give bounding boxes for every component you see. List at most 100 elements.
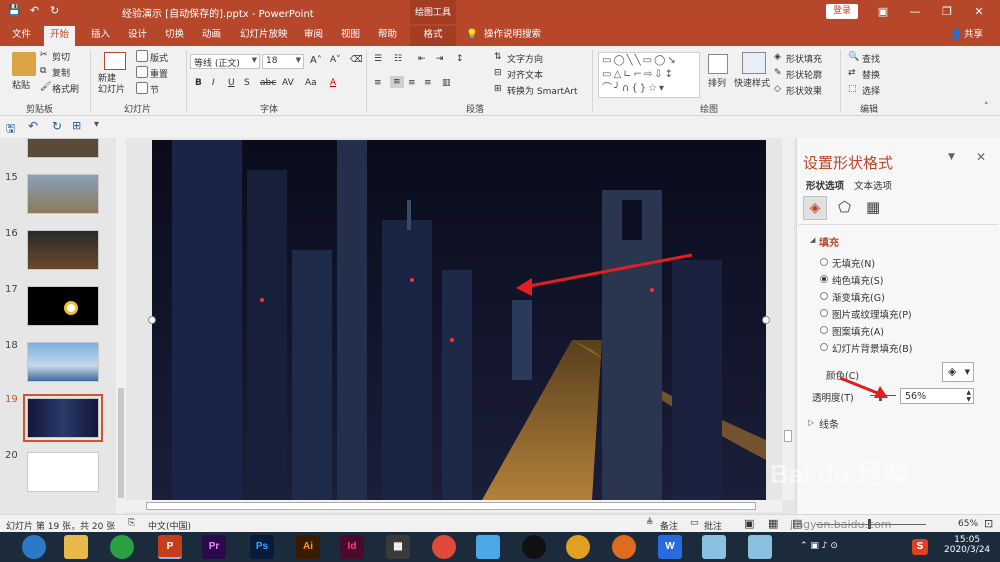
- save-icon[interactable]: 🖫: [6, 120, 15, 139]
- grow-font-icon[interactable]: A˄: [310, 55, 322, 66]
- radio-no-fill[interactable]: [820, 258, 828, 266]
- option-gradient-fill[interactable]: 渐变填充(G): [832, 290, 885, 304]
- reset-button[interactable]: 重置: [150, 67, 168, 80]
- redo-icon[interactable]: ↻: [52, 119, 62, 133]
- shape-outline-button[interactable]: 形状轮廓: [786, 68, 822, 81]
- option-no-fill[interactable]: 无填充(N): [832, 256, 875, 270]
- premiere-icon[interactable]: Pr: [202, 535, 226, 559]
- effects-pentagon-icon[interactable]: ⬠: [838, 198, 851, 216]
- section-button[interactable]: 节: [150, 83, 159, 96]
- share-button[interactable]: 共享: [964, 28, 983, 46]
- app-icon[interactable]: [432, 535, 456, 559]
- tab-format[interactable]: 格式: [410, 26, 456, 46]
- radio-background-fill[interactable]: [820, 343, 828, 351]
- quick-styles-icon[interactable]: [742, 52, 766, 74]
- close-icon[interactable]: ✕: [976, 150, 986, 164]
- fill-section-header[interactable]: 填充: [819, 234, 839, 249]
- language-status[interactable]: 中文(中国): [148, 519, 191, 532]
- pane-options-icon[interactable]: ▼: [948, 152, 955, 162]
- tab-help[interactable]: 帮助: [378, 28, 397, 46]
- smartart-button[interactable]: 转换为 SmartArt: [507, 84, 577, 97]
- minimize-icon[interactable]: —: [906, 3, 924, 21]
- slide-thumbnail[interactable]: [27, 230, 99, 270]
- thumbnail-scrollbar[interactable]: [116, 138, 126, 514]
- scroll-thumb[interactable]: [784, 430, 792, 442]
- presentation-icon[interactable]: ⊞: [72, 119, 81, 132]
- strikethrough-button[interactable]: abc: [260, 78, 276, 88]
- notes-button[interactable]: 备注: [660, 519, 678, 532]
- illustrator-icon[interactable]: Ai: [296, 535, 320, 559]
- font-name-select[interactable]: 等线 (正文) ▼: [190, 54, 260, 69]
- slide-thumbnail[interactable]: [27, 138, 99, 158]
- normal-view-icon[interactable]: ▣: [744, 517, 754, 530]
- app-icon[interactable]: [748, 535, 772, 559]
- radio-pattern-fill[interactable]: [820, 326, 828, 334]
- quick-styles-button[interactable]: 快速样式: [734, 76, 770, 89]
- app-icon[interactable]: [702, 535, 726, 559]
- align-text-button[interactable]: 对齐文本: [507, 68, 543, 81]
- shape-fill-button[interactable]: 形状填充: [786, 52, 822, 65]
- resize-handle[interactable]: [762, 316, 770, 324]
- photoshop-icon[interactable]: Ps: [250, 535, 274, 559]
- tab-animations[interactable]: 动画: [202, 28, 221, 46]
- slide-thumbnail[interactable]: [27, 174, 99, 214]
- spellcheck-icon[interactable]: ⎘: [128, 518, 135, 528]
- font-size-select[interactable]: 18 ▼: [262, 54, 304, 69]
- app-icon[interactable]: [612, 535, 636, 559]
- char-spacing-button[interactable]: AV: [282, 78, 294, 88]
- option-background-fill[interactable]: 幻灯片背景填充(B): [832, 341, 912, 355]
- undo-icon[interactable]: ↶: [30, 4, 39, 17]
- tab-file[interactable]: 文件: [12, 28, 31, 46]
- app-icon[interactable]: [476, 535, 500, 559]
- wechat-icon[interactable]: [110, 535, 134, 559]
- font-color-button[interactable]: A: [330, 78, 336, 88]
- line-spacing-icon[interactable]: ↕: [456, 54, 464, 64]
- comments-button[interactable]: 批注: [704, 519, 722, 532]
- radio-gradient-fill[interactable]: [820, 292, 828, 300]
- slide-vertical-scrollbar[interactable]: [782, 138, 794, 500]
- cut-button[interactable]: 剪切: [52, 50, 70, 63]
- numbering-icon[interactable]: ☷: [394, 54, 402, 64]
- bullets-icon[interactable]: ☰: [374, 54, 382, 64]
- radio-picture-fill[interactable]: [820, 309, 828, 317]
- clock[interactable]: 15:05 2020/3/24: [944, 535, 990, 555]
- columns-icon[interactable]: ▥: [442, 78, 451, 88]
- undo-icon[interactable]: ↶: [28, 119, 38, 133]
- tell-me-search[interactable]: 操作说明搜索: [484, 28, 541, 46]
- line-section-header[interactable]: 线条: [819, 416, 839, 431]
- expand-fill-icon[interactable]: ◢: [810, 236, 815, 244]
- tab-home[interactable]: 开始: [44, 26, 76, 46]
- spinner-icon[interactable]: ▲ ▼: [966, 389, 971, 403]
- login-button[interactable]: 登录: [826, 4, 858, 19]
- shrink-font-icon[interactable]: A˅: [330, 55, 341, 65]
- format-painter-button[interactable]: 格式刷: [52, 82, 79, 95]
- close-window-icon[interactable]: ✕: [970, 3, 988, 21]
- paste-button[interactable]: 粘贴: [12, 78, 30, 91]
- scroll-thumb[interactable]: [146, 502, 756, 510]
- tab-slideshow[interactable]: 幻灯片放映: [240, 28, 288, 46]
- customize-qat-icon[interactable]: ▾: [94, 119, 99, 130]
- layout-button[interactable]: 版式: [150, 51, 168, 64]
- align-right-icon[interactable]: ≡: [408, 78, 416, 88]
- color-picker-button[interactable]: ◈ ▼: [942, 362, 974, 382]
- underline-button[interactable]: U: [228, 78, 235, 88]
- sogou-icon[interactable]: S: [912, 539, 928, 555]
- italic-button[interactable]: I: [212, 78, 215, 88]
- new-slide-icon[interactable]: [104, 52, 126, 70]
- size-properties-icon[interactable]: ▦: [866, 198, 880, 216]
- option-picture-fill[interactable]: 图片或纹理填充(P): [832, 307, 912, 321]
- option-solid-fill[interactable]: 纯色填充(S): [832, 273, 883, 287]
- radio-solid-fill[interactable]: [820, 275, 828, 283]
- clear-format-icon[interactable]: ⌫: [350, 55, 363, 65]
- fill-line-icon[interactable]: ◈: [803, 196, 827, 220]
- video-editor-icon[interactable]: ▦: [386, 535, 410, 559]
- align-left-icon[interactable]: ≡: [374, 78, 382, 88]
- arrange-icon[interactable]: [708, 54, 728, 74]
- increase-indent-icon[interactable]: ⇥: [436, 54, 444, 64]
- slide-thumbnail[interactable]: [27, 286, 99, 326]
- shadow-button[interactable]: S: [244, 78, 250, 88]
- indesign-icon[interactable]: Id: [340, 535, 364, 559]
- copy-button[interactable]: 复制: [52, 66, 70, 79]
- file-explorer-icon[interactable]: [64, 535, 88, 559]
- expand-line-icon[interactable]: ▷: [808, 418, 814, 427]
